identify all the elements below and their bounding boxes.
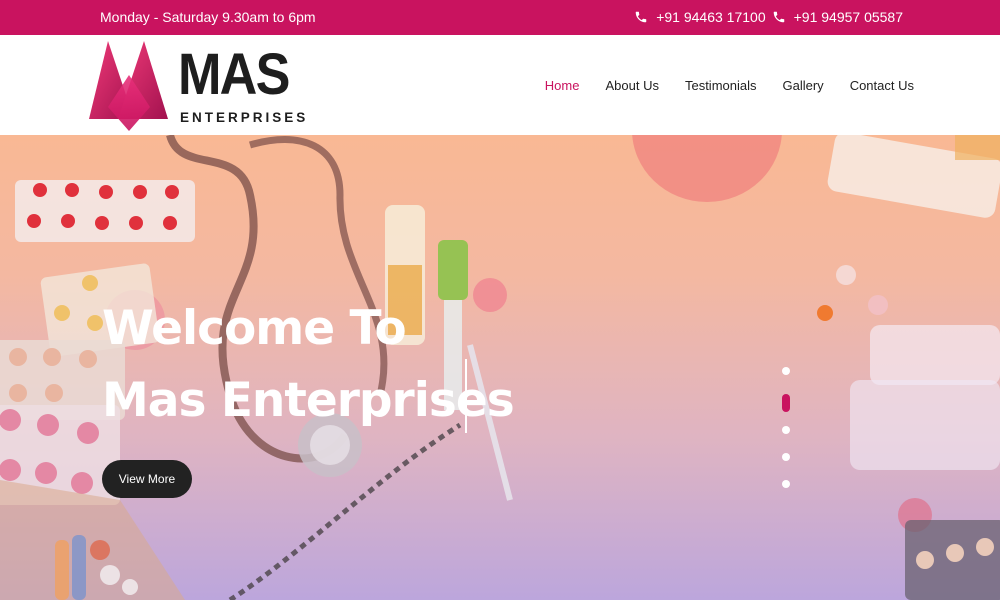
nav-home[interactable]: Home xyxy=(545,78,580,93)
logo[interactable]: MAS ENTERPRISES xyxy=(88,39,305,131)
phone-list: +91 94463 17100 +91 94957 05587 xyxy=(628,9,903,25)
logo-subtext: ENTERPRISES xyxy=(180,110,309,125)
slide-dot-4[interactable] xyxy=(782,453,790,461)
nav-gallery[interactable]: Gallery xyxy=(783,78,824,93)
typing-caret xyxy=(465,359,467,433)
logo-mark-icon xyxy=(89,41,168,131)
slide-dot-3[interactable] xyxy=(782,426,790,434)
slide-dot-2[interactable] xyxy=(782,394,790,412)
phone-icon xyxy=(635,11,647,23)
business-hours: Monday - Saturday 9.30am to 6pm xyxy=(100,9,316,25)
phone-2-number: +91 94957 05587 xyxy=(793,9,903,25)
nav-about-us[interactable]: About Us xyxy=(605,78,658,93)
hero-title-line1: Welcome To xyxy=(102,301,407,356)
phone-1-number: +91 94463 17100 xyxy=(656,9,766,25)
phone-2[interactable]: +91 94957 05587 xyxy=(772,9,903,25)
main-nav: Home About Us Testimonials Gallery Conta… xyxy=(519,78,914,93)
site-header: MAS ENTERPRISES Home About Us Testimonia… xyxy=(0,35,1000,135)
slide-dot-5[interactable] xyxy=(782,480,790,488)
view-more-button[interactable]: View More xyxy=(102,460,192,498)
slide-dot-1[interactable] xyxy=(782,367,790,375)
phone-1[interactable]: +91 94463 17100 xyxy=(634,9,766,25)
nav-testimonials[interactable]: Testimonials xyxy=(685,78,757,93)
top-info-bar: Monday - Saturday 9.30am to 6pm +91 9446… xyxy=(0,0,1000,35)
hero-title-line2: Mas Enterprises xyxy=(102,373,515,428)
hero-title: Welcome To Mas Enterprises xyxy=(102,293,515,437)
hero-slider: Welcome To Mas Enterprises View More xyxy=(0,135,1000,600)
phone-icon xyxy=(773,11,784,23)
nav-contact-us[interactable]: Contact Us xyxy=(850,78,914,93)
slider-pagination xyxy=(780,367,792,507)
logo-text: MAS xyxy=(178,42,290,107)
